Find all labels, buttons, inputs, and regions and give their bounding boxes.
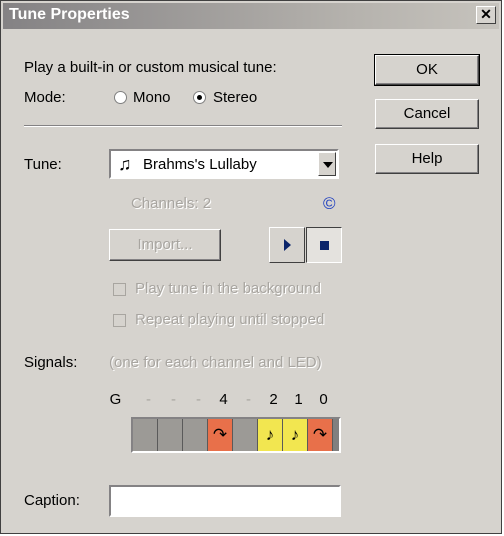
tune-dropdown[interactable]: ♫ Brahms's Lullaby: [109, 149, 339, 179]
tune-selected-value: Brahms's Lullaby: [143, 156, 257, 173]
tune-label: Tune:: [24, 156, 62, 173]
signal-header: -: [246, 391, 251, 408]
cancel-button[interactable]: Cancel: [375, 99, 479, 129]
separator: [24, 125, 342, 127]
signal-cell[interactable]: [158, 419, 183, 451]
mode-label: Mode:: [24, 89, 66, 106]
stereo-label[interactable]: Stereo: [213, 89, 257, 106]
signal-header-2: 2: [269, 391, 278, 408]
stereo-radio[interactable]: [193, 91, 206, 104]
import-button[interactable]: Import...: [109, 229, 221, 261]
music-note-icon: ♫: [118, 154, 132, 174]
signal-header-1: 1: [294, 391, 303, 408]
caption-label: Caption:: [24, 492, 80, 509]
mono-label[interactable]: Mono: [133, 89, 171, 106]
signal-header: -: [171, 391, 176, 408]
signal-header-4: 4: [219, 391, 228, 408]
signal-header-0: 0: [319, 391, 328, 408]
repeat-checkbox[interactable]: [113, 314, 126, 327]
mono-radio[interactable]: [114, 91, 127, 104]
signal-cell[interactable]: [133, 419, 158, 451]
chevron-down-icon[interactable]: [318, 152, 336, 176]
close-button[interactable]: ✕: [476, 6, 496, 24]
caption-input[interactable]: [109, 485, 341, 517]
window-title: Tune Properties: [9, 6, 130, 23]
background-checkbox-label[interactable]: Play tune in the background: [135, 280, 321, 297]
signal-cell[interactable]: [233, 419, 258, 451]
description-text: Play a built-in or custom musical tune:: [24, 59, 277, 76]
tune-properties-dialog: Tune Properties ✕ Play a built-in or cus…: [0, 0, 502, 534]
signal-cell[interactable]: ♪: [258, 419, 283, 451]
repeat-checkbox-label[interactable]: Repeat playing until stopped: [135, 311, 324, 328]
title-bar[interactable]: Tune Properties ✕: [3, 3, 499, 29]
background-checkbox[interactable]: [113, 283, 126, 296]
signal-cell[interactable]: ♪: [283, 419, 308, 451]
stop-button[interactable]: [306, 227, 342, 263]
help-button[interactable]: Help: [375, 144, 479, 174]
signal-cell[interactable]: ↷: [208, 419, 233, 451]
ok-button[interactable]: OK: [374, 54, 480, 86]
signal-cell[interactable]: [183, 419, 208, 451]
signals-label: Signals:: [24, 354, 78, 371]
signals-strip: ↷ ♪ ♪ ↷: [131, 417, 341, 453]
signal-header: -: [196, 391, 201, 408]
signal-header: -: [146, 391, 151, 408]
signal-header-g: G: [109, 391, 122, 408]
channels-text: Channels: 2: [131, 195, 212, 212]
signal-cell[interactable]: ↷: [308, 419, 333, 451]
signals-hint: (one for each channel and LED): [109, 354, 322, 371]
play-button[interactable]: [269, 227, 305, 263]
copyright-icon[interactable]: ©: [323, 194, 336, 214]
